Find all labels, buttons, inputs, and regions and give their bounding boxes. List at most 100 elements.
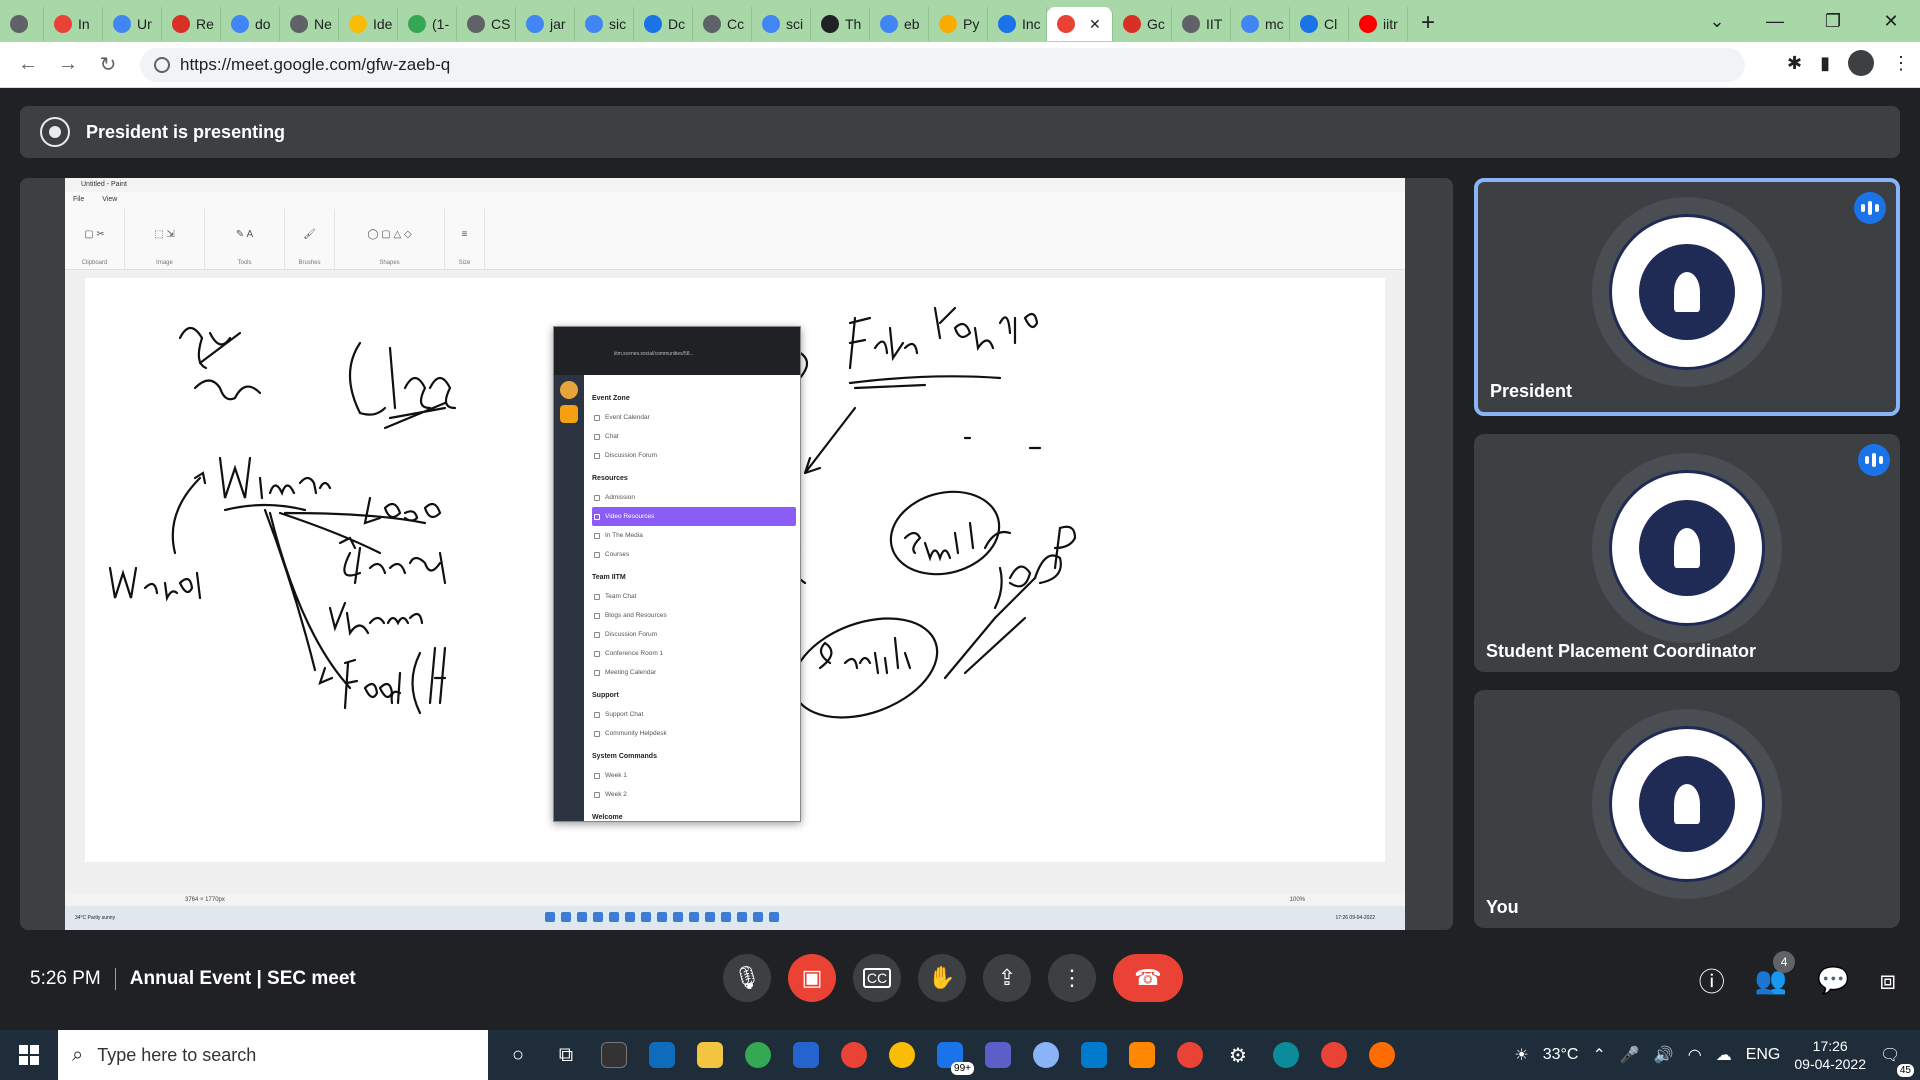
tab-19[interactable]: IIT [1172,7,1231,41]
nav-item[interactable]: Courses [592,545,796,564]
tab-10[interactable]: Dc [634,7,693,41]
nav-item[interactable]: Discussion Forum [592,446,796,465]
tab-18[interactable]: Gc [1113,7,1172,41]
tab-2[interactable]: Re [162,7,221,41]
tab-6[interactable]: (1- [398,7,457,41]
volume-icon[interactable]: 🔊 [1654,1045,1674,1065]
profile-avatar[interactable] [1848,50,1874,76]
chrome-profile4-icon[interactable] [1316,1037,1352,1073]
weather-icon[interactable]: ☀ [1514,1045,1528,1065]
nav-item[interactable]: Support Chat [592,705,796,724]
tab-9[interactable]: sic [575,7,634,41]
todo-icon[interactable] [788,1037,824,1073]
nav-item[interactable]: Blogs and Resources [592,606,796,625]
calendar-app-icon[interactable]: 99+ [932,1037,974,1075]
more-options-button[interactable]: ⋮ [1048,954,1096,1002]
extensions-icon[interactable]: ✱ [1787,53,1802,74]
tab-12[interactable]: sci [752,7,811,41]
terminal-icon[interactable] [596,1037,632,1073]
file-explorer-icon[interactable] [692,1037,728,1073]
tab-4[interactable]: Ne [280,7,339,41]
chrome-profile3-icon[interactable] [1028,1037,1064,1073]
nav-item[interactable]: Conference Room 1 [592,644,796,663]
chrome-active-icon[interactable] [1172,1037,1208,1073]
tab-13[interactable]: Th [811,7,870,41]
reload-button[interactable]: ↻ [88,52,128,77]
onedrive-icon[interactable]: ☁ [1716,1045,1732,1065]
nav-item[interactable]: Team Chat [592,587,796,606]
tab-first[interactable] [0,7,44,41]
app-orange-icon[interactable] [1364,1037,1400,1073]
chrome-profile-icon[interactable] [740,1037,776,1073]
vscode-icon[interactable] [1076,1037,1112,1073]
tab-8[interactable]: jar [516,7,575,41]
menu-icon[interactable]: ⋮ [1892,53,1910,74]
chrome-icon[interactable] [836,1037,872,1073]
people-icon[interactable]: 👥 4 [1755,951,1796,996]
taskbar-search[interactable]: ⌕ Type here to search [58,1030,488,1080]
nav-item[interactable]: Video Resources [592,507,796,526]
teams-icon[interactable] [980,1037,1016,1073]
mic-tray-icon[interactable]: 🎤 [1620,1045,1640,1065]
nav-item[interactable]: Chat [592,427,796,446]
tab-search-icon[interactable]: ⌄ [1688,11,1746,32]
temperature[interactable]: 33°C [1543,1046,1579,1064]
present-button[interactable]: ⇪ [983,954,1031,1002]
tab-7[interactable]: CS [457,7,516,41]
notification-center-button[interactable]: 🗨 45 [1880,1045,1914,1077]
chat-icon[interactable]: 💬 [1817,965,1849,996]
activities-icon[interactable]: ⧈ [1879,965,1896,997]
nav-item[interactable]: Community Helpdesk [592,724,796,743]
tab-16[interactable]: Inc [988,7,1047,41]
tab-3[interactable]: do [221,7,280,41]
language-indicator[interactable]: ENG [1746,1046,1781,1064]
nav-item[interactable]: Meeting Calendar [592,663,796,682]
microphone-button[interactable]: 🎙 [723,954,771,1002]
nav-item[interactable]: Week 2 [592,785,796,804]
tab-17[interactable]: ✕ [1047,7,1113,41]
tab-22[interactable]: iitr [1349,7,1408,41]
nav-item[interactable]: Admission [592,488,796,507]
site-info-icon[interactable] [154,57,170,73]
cortana-icon[interactable]: ○ [500,1037,536,1073]
tab-20[interactable]: mc [1231,7,1290,41]
raise-hand-button[interactable]: ✋ [918,954,966,1002]
nav-item[interactable]: Week 1 [592,766,796,785]
forward-button[interactable]: → [48,53,88,76]
mail-icon[interactable] [644,1037,680,1073]
nav-item[interactable]: Discussion Forum [592,625,796,644]
tab-11[interactable]: Cc [693,7,752,41]
edge-icon[interactable] [1268,1037,1304,1073]
start-button[interactable] [0,1030,58,1080]
tab-1[interactable]: Ur [103,7,162,41]
close-tab-icon[interactable]: ✕ [1089,16,1101,33]
maximize-button[interactable]: ❐ [1804,11,1862,32]
camera-off-button[interactable]: ▣ [788,954,836,1002]
participant-tile-coordinator[interactable]: Student Placement Coordinator [1474,434,1900,672]
taskbar-clock[interactable]: 17:26 09-04-2022 [1794,1037,1866,1073]
tab-0[interactable]: In [44,7,103,41]
tab-15[interactable]: Py [929,7,988,41]
new-tab-button[interactable]: + [1408,9,1448,37]
nav-item[interactable]: Event Calendar [592,408,796,427]
participant-tile-president[interactable]: President [1474,178,1900,416]
side-panel-icon[interactable]: ▮ [1820,53,1830,74]
leave-call-button[interactable]: ☎ [1113,954,1183,1002]
chrome-profile2-icon[interactable] [884,1037,920,1073]
task-view-icon[interactable]: ⧉ [548,1037,584,1073]
back-button[interactable]: ← [8,53,48,76]
chevron-up-icon[interactable]: ⌃ [1592,1045,1605,1065]
tab-21[interactable]: Cl [1290,7,1349,41]
wifi-icon[interactable]: ◠ [1688,1045,1702,1065]
captions-button[interactable]: CC [853,954,901,1002]
paint-canvas[interactable]: iitm.scenes.social/communities/58... Eve… [85,278,1385,862]
nav-item[interactable]: In The Media [592,526,796,545]
tab-5[interactable]: Ide [339,7,398,41]
meeting-details-icon[interactable]: ⓘ [1699,962,1725,999]
address-bar[interactable]: https://meet.google.com/gfw-zaeb-q [140,48,1745,82]
close-window-button[interactable]: ✕ [1862,11,1920,32]
minimize-button[interactable]: — [1746,11,1804,32]
participant-tile-you[interactable]: You [1474,690,1900,928]
settings-icon[interactable]: ⚙ [1220,1037,1256,1073]
tab-14[interactable]: eb [870,7,929,41]
